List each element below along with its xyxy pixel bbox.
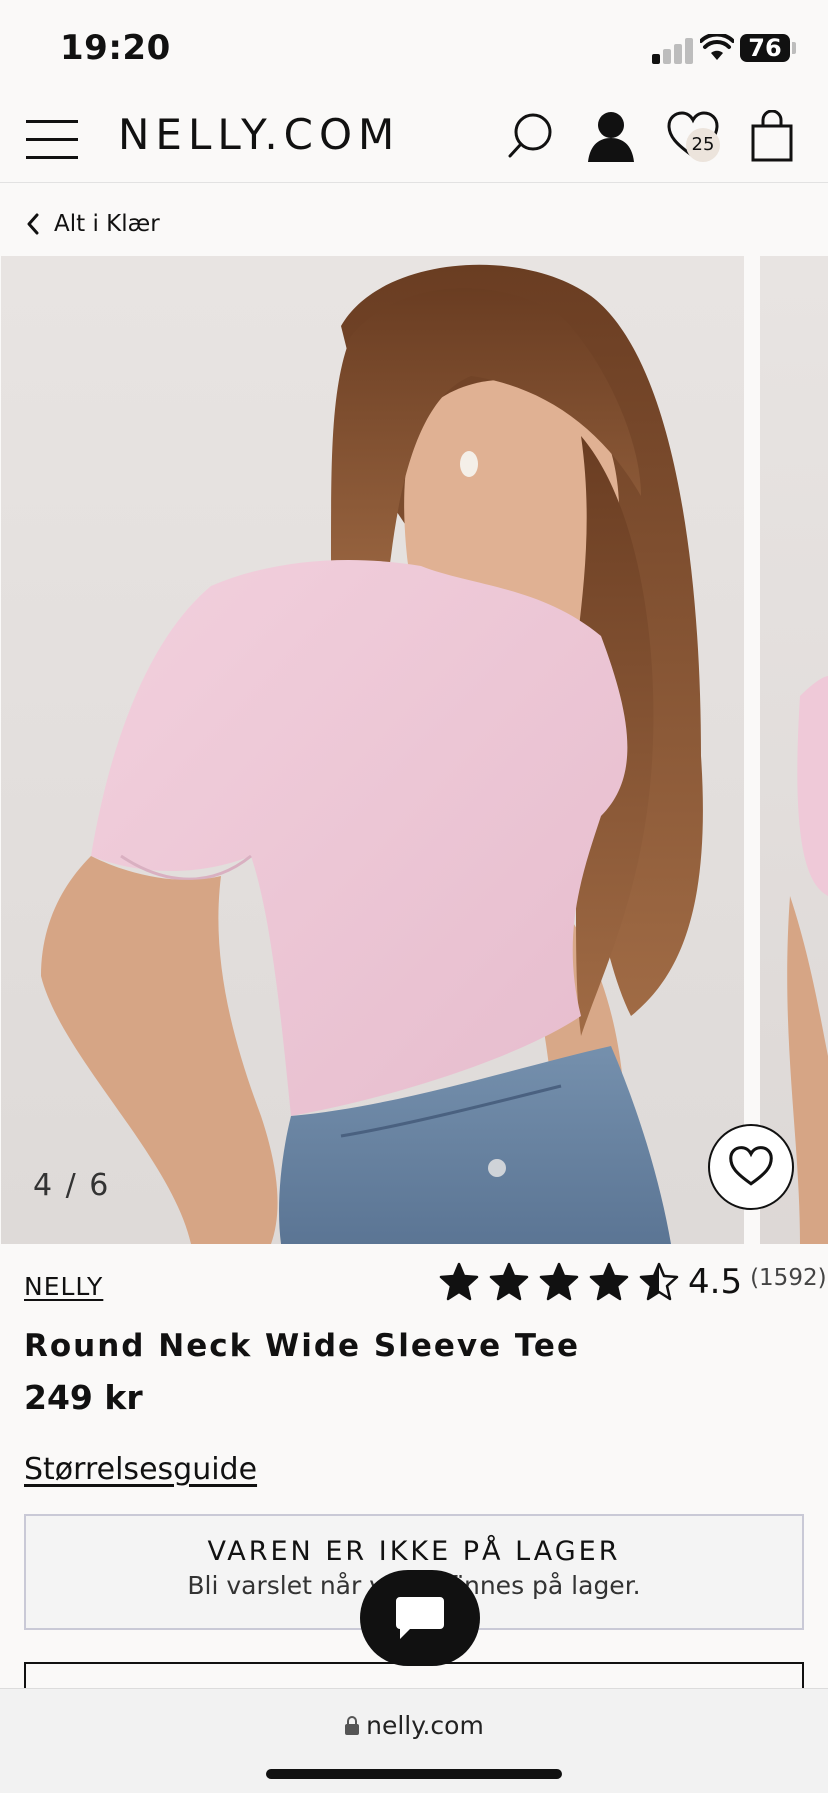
product-photo[interactable]: 4 / 6 [1, 256, 744, 1244]
account-icon[interactable] [586, 110, 636, 162]
product-title: Round Neck Wide Sleeve Tee [24, 1328, 580, 1364]
breadcrumb-label: Alt i Klær [54, 211, 160, 237]
image-counter: 4 / 6 [33, 1168, 111, 1203]
wifi-icon [700, 34, 734, 60]
heart-icon [729, 1146, 773, 1186]
rating-value: 4.5 [688, 1262, 743, 1302]
menu-icon[interactable] [26, 120, 78, 160]
rating-stars [438, 1262, 680, 1302]
stock-status-title: VAREN ER IKKE PÅ LAGER [207, 1536, 621, 1567]
battery-tip [792, 42, 796, 54]
cellular-signal-icon [652, 38, 696, 64]
next-product-photo-peek[interactable] [760, 256, 828, 1244]
rating-star-icon [439, 1262, 479, 1301]
chat-button[interactable] [360, 1570, 480, 1666]
battery-indicator: 76 [740, 34, 790, 62]
chevron-left-icon [27, 213, 39, 235]
lock-icon [345, 1716, 360, 1735]
rating-star-icon [589, 1262, 629, 1301]
clock: 19:20 [60, 28, 171, 68]
breadcrumb[interactable]: Alt i Klær [26, 206, 160, 242]
next-photo-illustration [787, 676, 828, 1244]
add-to-wishlist-button[interactable] [708, 1124, 794, 1210]
size-guide-link[interactable]: Størrelsesguide [24, 1452, 804, 1487]
product-price: 249 kr [24, 1378, 143, 1417]
wishlist-count-badge: 25 [686, 128, 720, 162]
home-indicator[interactable] [266, 1769, 562, 1779]
browser-address-bar[interactable]: nelly.com [0, 1688, 828, 1793]
rating-star-icon [489, 1262, 529, 1301]
status-bar: 19:20 76 [0, 0, 828, 96]
product-rating[interactable]: 4.5 (1592) [438, 1262, 827, 1302]
site-logo[interactable]: NELLY.COM [118, 110, 400, 160]
rating-count: (1592) [750, 1265, 827, 1291]
search-icon[interactable] [506, 110, 554, 160]
shopping-bag-icon[interactable] [750, 110, 794, 162]
rating-star-icon [639, 1262, 679, 1301]
chat-bubble-icon [396, 1597, 444, 1639]
product-gallery[interactable]: 4 / 6 [0, 256, 828, 1244]
address-url[interactable]: nelly.com [0, 1711, 828, 1740]
url-text: nelly.com [366, 1711, 484, 1740]
model-illustration [41, 264, 703, 1244]
rating-star-icon [539, 1262, 579, 1301]
